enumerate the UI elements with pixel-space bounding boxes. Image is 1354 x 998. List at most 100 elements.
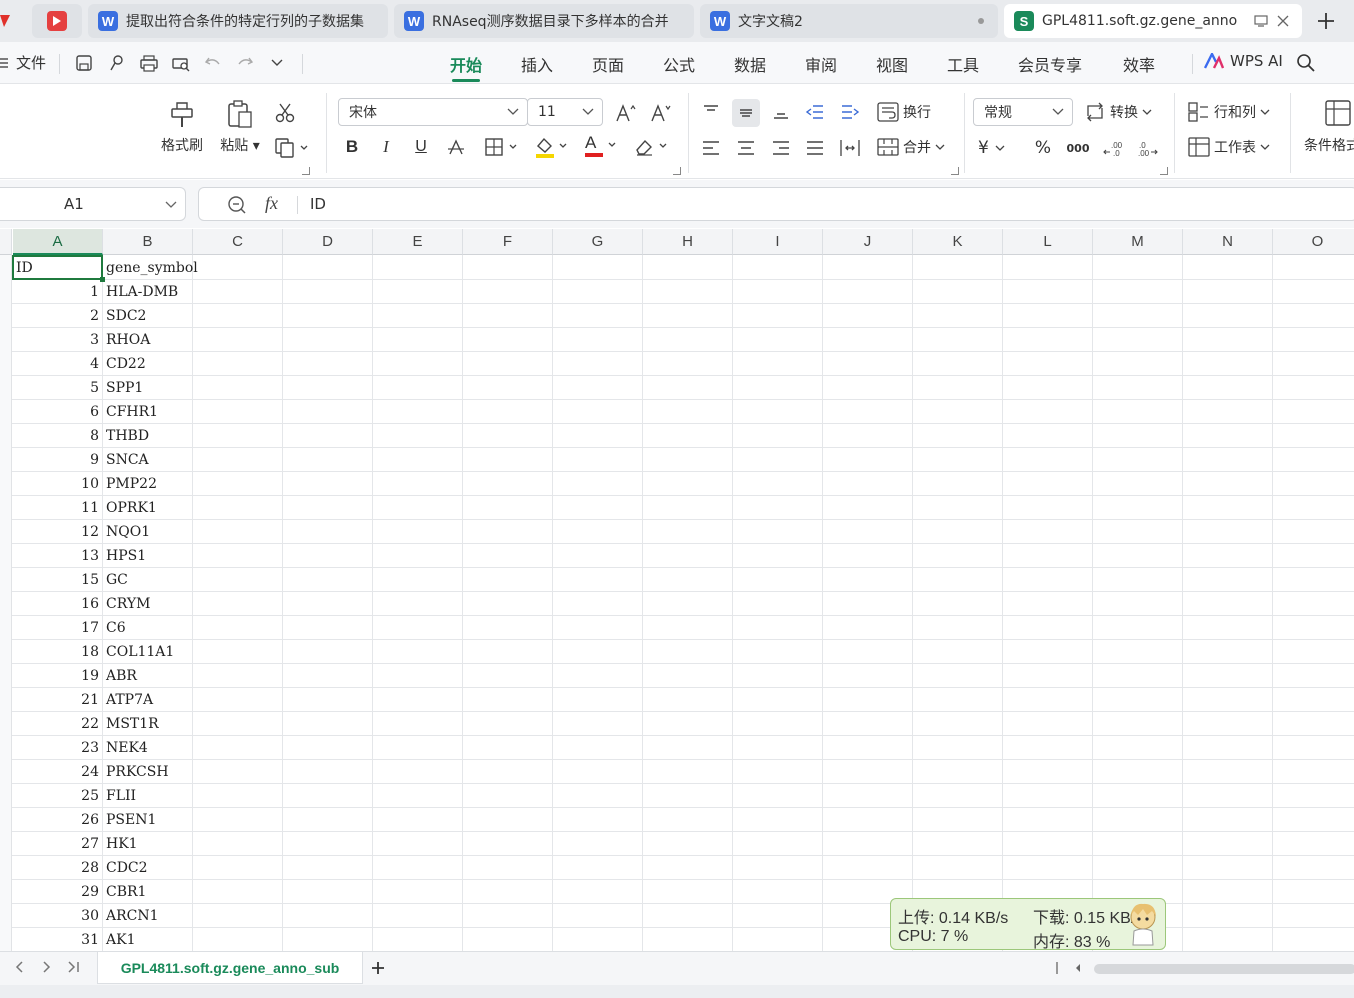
cell-id[interactable]: 24 bbox=[13, 760, 99, 784]
bold-button[interactable]: B bbox=[339, 135, 365, 159]
spreadsheet-grid[interactable]: ABCDEFGHIJKLMNO ID gene_symbol 1 HLA-DMB 2… bbox=[0, 229, 1354, 951]
cell-id[interactable]: 27 bbox=[13, 832, 99, 856]
save-icon[interactable] bbox=[72, 51, 96, 75]
align-left-icon[interactable] bbox=[698, 136, 724, 160]
fill-color-icon[interactable] bbox=[532, 135, 572, 159]
cell-gene-symbol[interactable]: COL11A1 bbox=[106, 640, 174, 664]
decrease-font-icon[interactable] bbox=[648, 101, 674, 125]
strikethrough-icon[interactable] bbox=[443, 135, 469, 159]
tab-efficiency[interactable]: 效率 bbox=[1123, 52, 1155, 78]
cell-gene-symbol[interactable]: C6 bbox=[106, 616, 126, 640]
cell-gene-symbol[interactable]: PSEN1 bbox=[106, 808, 156, 832]
select-all-corner[interactable] bbox=[0, 229, 12, 255]
cell-id[interactable]: 8 bbox=[13, 424, 99, 448]
decrease-indent-icon[interactable] bbox=[802, 100, 828, 124]
chevron-left-icon[interactable] bbox=[14, 960, 24, 978]
cell-id[interactable]: 21 bbox=[13, 688, 99, 712]
cell-id[interactable]: 5 bbox=[13, 376, 99, 400]
format-painter-button[interactable]: 格式刷 bbox=[157, 99, 207, 155]
pdf-tab[interactable] bbox=[32, 4, 82, 38]
column-header-b[interactable]: B bbox=[103, 229, 193, 255]
rows-columns-button[interactable]: 行和列 bbox=[1188, 102, 1270, 122]
horizontal-scrollbar[interactable] bbox=[1094, 964, 1354, 974]
column-header-i[interactable]: I bbox=[733, 229, 823, 255]
paste-button[interactable]: 粘贴 ▾ bbox=[215, 99, 265, 155]
wps-ai-button[interactable]: WPS AI bbox=[1204, 52, 1283, 70]
cell-id[interactable]: 26 bbox=[13, 808, 99, 832]
cell-gene-symbol[interactable]: PRKCSH bbox=[106, 760, 169, 784]
column-header-j[interactable]: J bbox=[823, 229, 913, 255]
cell-id[interactable]: 15 bbox=[13, 568, 99, 592]
cell-id[interactable]: 1 bbox=[13, 280, 99, 304]
column-header-d[interactable]: D bbox=[283, 229, 373, 255]
cell-id[interactable]: 19 bbox=[13, 664, 99, 688]
tab-home[interactable]: 开始 bbox=[450, 52, 482, 82]
cell-id[interactable]: 4 bbox=[13, 352, 99, 376]
cell-gene-symbol[interactable]: PMP22 bbox=[106, 472, 157, 496]
cell-gene-symbol[interactable]: SPP1 bbox=[106, 376, 143, 400]
cell-id[interactable]: 9 bbox=[13, 448, 99, 472]
column-header-o[interactable]: O bbox=[1273, 229, 1354, 255]
column-header-l[interactable]: L bbox=[1003, 229, 1093, 255]
zoom-icon[interactable] bbox=[227, 195, 247, 215]
number-format-select[interactable]: 常规 bbox=[973, 98, 1073, 126]
copy-icon[interactable] bbox=[272, 136, 312, 160]
cell-id[interactable]: 28 bbox=[13, 856, 99, 880]
cell-id[interactable]: 11 bbox=[13, 496, 99, 520]
justify-icon[interactable] bbox=[802, 136, 828, 160]
network-monitor-widget[interactable]: 上传: 0.14 KB/s 下载: 0.15 KB/s CPU: 7 % 内存:… bbox=[890, 898, 1166, 951]
increase-decimal-icon[interactable]: .0.00 bbox=[1135, 136, 1161, 160]
decrease-decimal-icon[interactable]: .00.0 bbox=[1100, 136, 1126, 160]
cell-id[interactable]: 31 bbox=[13, 928, 99, 951]
cell-gene-symbol[interactable]: CDC2 bbox=[106, 856, 148, 880]
tab-review[interactable]: 审阅 bbox=[805, 52, 837, 78]
column-header-g[interactable]: G bbox=[553, 229, 643, 255]
screen-icon[interactable] bbox=[1250, 10, 1272, 32]
distributed-icon[interactable] bbox=[837, 136, 863, 160]
cell-id[interactable]: 25 bbox=[13, 784, 99, 808]
font-color-button[interactable]: A bbox=[581, 133, 621, 157]
number-launcher-icon[interactable] bbox=[1160, 167, 1168, 175]
cell-id[interactable]: 3 bbox=[13, 328, 99, 352]
font-name-select[interactable]: 宋体 bbox=[338, 98, 528, 126]
column-header-e[interactable]: E bbox=[373, 229, 463, 255]
column-header-c[interactable]: C bbox=[193, 229, 283, 255]
cell-gene-symbol[interactable]: NEK4 bbox=[106, 736, 148, 760]
cell-gene-symbol[interactable]: HLA-DMB bbox=[106, 280, 178, 304]
cell-b1[interactable]: gene_symbol bbox=[106, 256, 198, 280]
cell-gene-symbol[interactable]: SNCA bbox=[106, 448, 149, 472]
add-sheet-button[interactable] bbox=[371, 956, 385, 981]
new-tab-button[interactable] bbox=[1310, 6, 1342, 36]
align-middle-icon[interactable] bbox=[732, 99, 760, 127]
cell-id[interactable]: 23 bbox=[13, 736, 99, 760]
fx-icon[interactable]: fx bbox=[265, 193, 278, 214]
cell-id[interactable]: 2 bbox=[13, 304, 99, 328]
undo-icon[interactable] bbox=[201, 51, 225, 75]
scroll-splitter[interactable] bbox=[1056, 962, 1058, 974]
chevron-down-icon[interactable] bbox=[265, 51, 289, 75]
sheet-tab-active[interactable]: GPL4811.soft.gz.gene_anno_sub bbox=[97, 952, 363, 984]
align-center-icon[interactable] bbox=[733, 136, 759, 160]
cell-id[interactable]: 22 bbox=[13, 712, 99, 736]
clipboard-launcher-icon[interactable] bbox=[302, 167, 310, 175]
tab-page[interactable]: 页面 bbox=[592, 52, 624, 78]
currency-button[interactable]: ¥ bbox=[978, 136, 1018, 160]
cell-id[interactable]: 17 bbox=[13, 616, 99, 640]
cell-gene-symbol[interactable]: HPS1 bbox=[106, 544, 146, 568]
font-launcher-icon[interactable] bbox=[673, 167, 681, 175]
column-header-a[interactable]: A bbox=[13, 229, 103, 255]
cell-gene-symbol[interactable]: NQO1 bbox=[106, 520, 150, 544]
column-header-f[interactable]: F bbox=[463, 229, 553, 255]
print-preview-icon[interactable] bbox=[169, 51, 193, 75]
redo-icon[interactable] bbox=[233, 51, 257, 75]
column-header-k[interactable]: K bbox=[913, 229, 1003, 255]
search-icon[interactable] bbox=[1294, 51, 1318, 75]
tab-formulas[interactable]: 公式 bbox=[663, 52, 695, 78]
cell-id[interactable]: 16 bbox=[13, 592, 99, 616]
cell-id[interactable]: 29 bbox=[13, 880, 99, 904]
sheet-tab-active[interactable]: S GPL4811.soft.gz.gene_anno bbox=[1004, 4, 1302, 38]
cut-icon[interactable] bbox=[272, 101, 298, 125]
tab-member[interactable]: 会员专享 bbox=[1018, 52, 1082, 78]
alignment-launcher-icon[interactable] bbox=[951, 167, 959, 175]
cell-gene-symbol[interactable]: AK1 bbox=[106, 928, 135, 951]
